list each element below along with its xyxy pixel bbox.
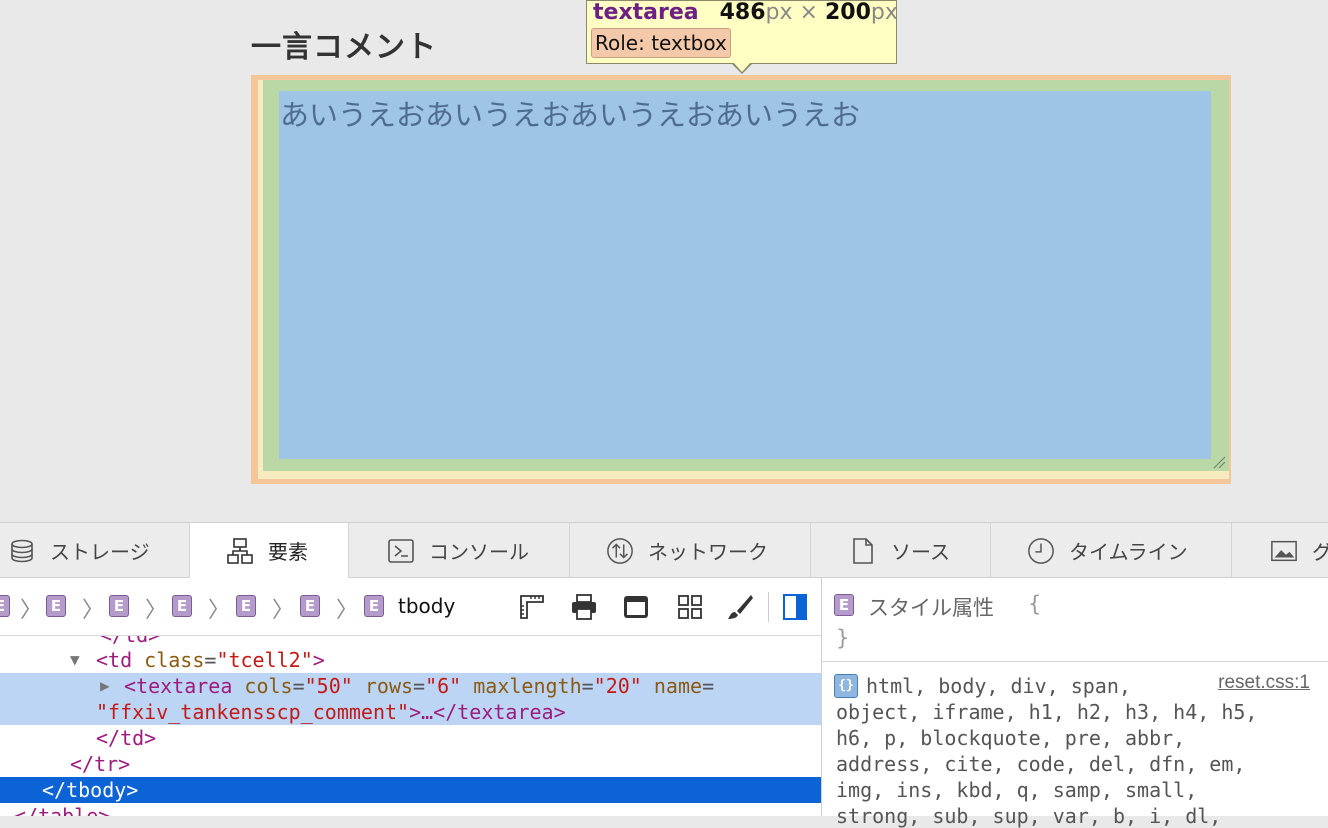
breadcrumb-element-badge[interactable]: E xyxy=(364,595,384,617)
tab-storage[interactable]: ストレージ xyxy=(0,523,190,578)
comment-textarea[interactable] xyxy=(279,91,1211,459)
brace-close[interactable]: } xyxy=(836,626,849,650)
dom-node-tr-close[interactable]: </tr> xyxy=(0,751,821,777)
breadcrumb-element-badge[interactable]: E xyxy=(46,595,66,617)
brace-open[interactable]: { xyxy=(1028,592,1041,616)
tab-network[interactable]: ネットワーク xyxy=(570,523,811,578)
dom-tree: </td> ▼ <td class="tcell2"> ▶ <textarea … xyxy=(0,636,821,816)
dom-toolbar: E 〉 E 〉 E 〉 E 〉 E 〉 E 〉 E tbody xyxy=(0,578,821,636)
dom-node-textarea[interactable]: ▶ <textarea cols="50" rows="6" maxlength… xyxy=(0,673,821,699)
network-icon xyxy=(606,537,634,565)
breadcrumb-element-badge[interactable]: E xyxy=(172,595,192,617)
disclosure-open-icon[interactable]: ▼ xyxy=(70,647,80,673)
css-rule-icon: {} xyxy=(834,674,858,698)
breadcrumb-element-badge[interactable]: E xyxy=(0,595,10,617)
grid-icon[interactable] xyxy=(676,593,704,621)
tooltip-height: 200 xyxy=(824,0,871,25)
chevron-right-icon: 〉 xyxy=(336,598,359,623)
tab-label: グ xyxy=(1312,540,1328,564)
styles-sidebar: E スタイル属性 { } {} reset.css:1 html, body, … xyxy=(821,578,1328,828)
selector-line[interactable]: html, body, div, span, xyxy=(866,674,1131,698)
chevron-right-icon: 〉 xyxy=(82,598,105,623)
dom-node-table-close[interactable]: </table> xyxy=(0,803,821,816)
tab-graphics[interactable]: グ xyxy=(1232,523,1328,578)
page-heading: 一言コメント xyxy=(251,30,437,65)
paintbrush-icon[interactable] xyxy=(726,593,754,621)
tooltip-width: 486 xyxy=(719,0,766,25)
ruler-icon[interactable] xyxy=(518,593,546,621)
element-badge: E xyxy=(834,594,854,616)
tab-console[interactable]: コンソール xyxy=(349,523,570,578)
window-icon[interactable] xyxy=(622,593,650,621)
tooltip-role: Role: textbox xyxy=(591,28,731,58)
tab-label: ソース xyxy=(891,540,950,564)
tooltip-tag: textarea xyxy=(593,0,699,25)
dom-node-td-close[interactable]: </td> xyxy=(0,725,821,751)
tab-sources[interactable]: ソース xyxy=(811,523,991,578)
document-icon xyxy=(849,537,877,565)
chevron-right-icon: 〉 xyxy=(145,598,168,623)
selector-line[interactable]: h6, p, blockquote, pre, abbr, xyxy=(836,726,1185,750)
database-icon xyxy=(8,537,36,565)
dom-node-td[interactable]: ▼ <td class="tcell2"> xyxy=(0,647,821,673)
console-icon xyxy=(387,537,415,565)
chevron-right-icon: 〉 xyxy=(272,598,295,623)
tooltip-dimensions: textarea 486px × 200px xyxy=(593,0,898,25)
print-icon[interactable] xyxy=(570,593,598,621)
clock-icon xyxy=(1027,537,1055,565)
tab-label: ストレージ xyxy=(50,540,150,564)
selector-line[interactable]: strong, sub, sup, var, b, i, dl, xyxy=(836,804,1221,828)
elements-icon xyxy=(226,537,254,565)
css-rule-section: {} reset.css:1 html, body, div, span, ob… xyxy=(822,662,1328,828)
breadcrumb-element-badge[interactable]: E xyxy=(109,595,129,617)
dom-node-textarea-continued[interactable]: "ffxiv_tankensscp_comment">…</textarea> xyxy=(0,699,821,725)
breadcrumb-current[interactable]: tbody xyxy=(398,594,455,618)
tab-label: 要素 xyxy=(268,540,308,564)
textarea-value: あいうえおあいうえおあいうえおあいうえお xyxy=(280,98,861,132)
resize-grip-icon[interactable] xyxy=(1212,455,1226,469)
style-attribute-section: E スタイル属性 { } xyxy=(822,578,1328,662)
tab-timeline[interactable]: タイムライン xyxy=(991,523,1232,578)
tab-label: コンソール xyxy=(429,540,529,564)
tab-label: ネットワーク xyxy=(648,540,768,564)
breadcrumb-element-badge[interactable]: E xyxy=(300,595,320,617)
selector-line[interactable]: address, cite, code, del, dfn, em, xyxy=(836,752,1245,776)
sidebar-toggle-icon[interactable] xyxy=(781,593,809,621)
rule-source-link[interactable]: reset.css:1 xyxy=(1218,672,1310,694)
tab-elements[interactable]: 要素 xyxy=(190,523,349,578)
breadcrumb-element-badge[interactable]: E xyxy=(236,595,256,617)
tab-label: タイムライン xyxy=(1069,540,1188,564)
chevron-right-icon: 〉 xyxy=(208,598,231,623)
chevron-right-icon: 〉 xyxy=(20,598,43,623)
selector-line[interactable]: img, ins, kbd, q, samp, small, xyxy=(836,778,1197,802)
page-viewport: 一言コメント あいうえおあいうえおあいうえおあいうえお textarea 486… xyxy=(0,0,1328,522)
style-attribute-title: スタイル属性 xyxy=(868,596,994,620)
toolbar-divider xyxy=(768,592,769,622)
dom-node-tbody-close-selected[interactable]: </tbody> xyxy=(0,777,821,803)
selector-line[interactable]: object, iframe, h1, h2, h3, h4, h5, xyxy=(836,700,1257,724)
devtools-tab-bar: ストレージ 要素 コンソール ネットワーク ソース タイムライン グ xyxy=(0,522,1328,578)
disclosure-closed-icon[interactable]: ▶ xyxy=(100,673,110,699)
image-icon xyxy=(1270,537,1298,565)
